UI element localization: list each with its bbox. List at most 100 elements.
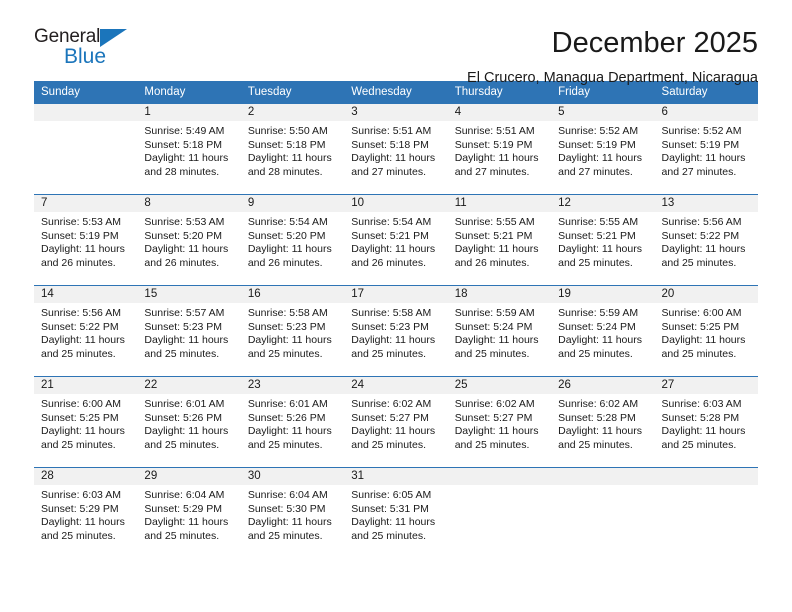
daylight-duration-cont: and 25 minutes.	[247, 438, 323, 451]
sunset-time: Sunset: 5:18 PM	[247, 138, 326, 151]
daylight-duration: Daylight: 11 hours	[558, 243, 642, 256]
calendar-day-cell[interactable]: 27 Sunrise: 6:03 AM Sunset: 5:28 PM Dayligh…	[654, 376, 758, 468]
calendar-day-cell[interactable]: 15 Sunrise: 5:57 AM Sunset: 5:23 PM Dayligh…	[137, 285, 241, 377]
daylight-duration: Daylight: 11 hours	[661, 425, 746, 438]
calendar-day-cell[interactable]: 2 Sunrise: 5:50 AM Sunset: 5:18 PM Daylight…	[240, 103, 345, 195]
day-details: Sunrise: 5:51 AM Sunset: 5:18 PM Daylight:…	[344, 121, 447, 179]
daylight-duration-cont: and 25 minutes.	[144, 347, 220, 360]
sunrise-time: Sunrise: 5:57 AM	[144, 307, 225, 319]
daylight-duration: Daylight: 11 hours	[41, 243, 125, 256]
daylight-duration-cont: and 25 minutes.	[661, 256, 737, 269]
day-number: 21	[34, 377, 138, 394]
daylight-duration-cont: and 25 minutes.	[558, 256, 633, 269]
daylight-duration: Daylight: 11 hours	[41, 334, 125, 347]
calendar-day-cell[interactable]: 5 Sunrise: 5:52 AM Sunset: 5:19 PM Daylight…	[551, 103, 655, 195]
sunrise-time: Sunrise: 5:53 AM	[144, 216, 225, 228]
sunset-time: Sunset: 5:25 PM	[661, 320, 740, 333]
day-number: 6	[654, 104, 758, 121]
calendar-day-cell[interactable]: 20 Sunrise: 6:00 AM Sunset: 5:25 PM Dayligh…	[654, 285, 758, 377]
sunset-time: Sunset: 5:19 PM	[661, 138, 740, 151]
sunrise-time: Sunrise: 5:52 AM	[661, 125, 742, 137]
calendar-day-cell[interactable]: 17 Sunrise: 5:58 AM Sunset: 5:23 PM Dayligh…	[344, 285, 448, 377]
calendar-day-cell[interactable]: 1 Sunrise: 5:49 AM Sunset: 5:18 PM Daylight…	[137, 103, 241, 195]
day-details: Sunrise: 6:02 AM Sunset: 5:28 PM Daylight:…	[551, 394, 654, 452]
calendar-day-cell[interactable]: 30 Sunrise: 6:04 AM Sunset: 5:30 PM Dayligh…	[240, 467, 345, 558]
calendar-day-cell[interactable]: 13 Sunrise: 5:56 AM Sunset: 5:22 PM Dayligh…	[654, 194, 758, 286]
day-number: 3	[344, 104, 448, 121]
sunrise-time: Sunrise: 6:00 AM	[661, 307, 742, 319]
daylight-duration-cont: and 26 minutes.	[351, 256, 426, 269]
daylight-duration: Daylight: 11 hours	[454, 152, 539, 165]
calendar-day-cell[interactable]: 24 Sunrise: 6:02 AM Sunset: 5:27 PM Dayligh…	[344, 376, 448, 468]
title-block: December 2025 El Crucero, Managua Depart…	[144, 26, 758, 88]
calendar-day-cell[interactable]: 3 Sunrise: 5:51 AM Sunset: 5:18 PM Daylight…	[344, 103, 448, 195]
sunset-time: Sunset: 5:19 PM	[558, 138, 636, 151]
sunrise-time: Sunrise: 5:49 AM	[144, 125, 225, 137]
calendar-day-cell[interactable]: 8 Sunrise: 5:53 AM Sunset: 5:20 PM Daylight…	[137, 194, 241, 286]
sunrise-time: Sunrise: 5:56 AM	[661, 216, 742, 228]
day-number: 25	[447, 377, 552, 394]
calendar-day-cell[interactable]: 29 Sunrise: 6:04 AM Sunset: 5:29 PM Dayligh…	[137, 467, 241, 558]
calendar-day-cell[interactable]: 7 Sunrise: 5:53 AM Sunset: 5:19 PM Daylight…	[34, 194, 138, 286]
daylight-duration-cont: and 25 minutes.	[144, 438, 220, 451]
day-number	[447, 468, 552, 485]
daylight-duration-cont: and 25 minutes.	[247, 347, 323, 360]
daylight-duration: Daylight: 11 hours	[41, 425, 125, 438]
calendar-day-cell[interactable]: 26 Sunrise: 6:02 AM Sunset: 5:28 PM Dayligh…	[551, 376, 655, 468]
calendar-day-cell[interactable]: 19 Sunrise: 5:59 AM Sunset: 5:24 PM Dayligh…	[551, 285, 655, 377]
day-details: Sunrise: 6:00 AM Sunset: 5:25 PM Daylight:…	[655, 303, 758, 361]
calendar-day-cell[interactable]: 21 Sunrise: 6:00 AM Sunset: 5:25 PM Dayligh…	[34, 376, 138, 468]
calendar-day-cell[interactable]: 28 Sunrise: 6:03 AM Sunset: 5:29 PM Dayligh…	[34, 467, 138, 558]
day-number: 13	[654, 195, 758, 212]
sunrise-time: Sunrise: 5:54 AM	[247, 216, 328, 228]
day-details: Sunrise: 5:54 AM Sunset: 5:20 PM Daylight:…	[241, 212, 344, 270]
calendar-day-cell[interactable]: 31 Sunrise: 6:05 AM Sunset: 5:31 PM Dayligh…	[344, 467, 448, 558]
sunset-time: Sunset: 5:29 PM	[41, 502, 119, 515]
calendar-day-cell[interactable]: 11 Sunrise: 5:55 AM Sunset: 5:21 PM Dayligh…	[447, 194, 552, 286]
sunset-time: Sunset: 5:22 PM	[41, 320, 119, 333]
sunrise-time: Sunrise: 5:55 AM	[454, 216, 535, 228]
calendar-day-cell[interactable]: 18 Sunrise: 5:59 AM Sunset: 5:24 PM Dayligh…	[447, 285, 552, 377]
general-blue-logo[interactable]: General Blue	[34, 26, 144, 70]
calendar-day-cell-empty	[34, 103, 138, 195]
calendar-day-cell[interactable]: 10 Sunrise: 5:54 AM Sunset: 5:21 PM Dayligh…	[344, 194, 448, 286]
sunset-time: Sunset: 5:21 PM	[351, 229, 429, 242]
day-details: Sunrise: 6:01 AM Sunset: 5:26 PM Daylight:…	[137, 394, 240, 452]
day-details: Sunrise: 5:58 AM Sunset: 5:23 PM Daylight:…	[344, 303, 447, 361]
daylight-duration: Daylight: 11 hours	[351, 243, 436, 256]
calendar-day-cell[interactable]: 4 Sunrise: 5:51 AM Sunset: 5:19 PM Daylight…	[447, 103, 552, 195]
calendar-day-cell[interactable]: 14 Sunrise: 5:56 AM Sunset: 5:22 PM Dayligh…	[34, 285, 138, 377]
day-number: 8	[137, 195, 241, 212]
daylight-duration-cont: and 25 minutes.	[351, 347, 426, 360]
sunrise-time: Sunrise: 6:02 AM	[351, 398, 432, 410]
sunset-time: Sunset: 5:31 PM	[351, 502, 429, 515]
calendar-week-row: 21 Sunrise: 6:00 AM Sunset: 5:25 PM Dayligh…	[34, 376, 758, 468]
weekday-header-sunday: Sunday	[34, 81, 138, 104]
calendar-day-cell[interactable]: 16 Sunrise: 5:58 AM Sunset: 5:23 PM Dayligh…	[240, 285, 345, 377]
daylight-duration: Daylight: 11 hours	[661, 334, 746, 347]
day-number: 27	[654, 377, 758, 394]
day-details: Sunrise: 6:02 AM Sunset: 5:27 PM Daylight:…	[448, 394, 551, 452]
calendar-week-row: 1 Sunrise: 5:49 AM Sunset: 5:18 PM Daylight…	[34, 103, 758, 195]
day-details: Sunrise: 5:59 AM Sunset: 5:24 PM Daylight:…	[448, 303, 551, 361]
daylight-duration-cont: and 26 minutes.	[454, 256, 530, 269]
day-number: 9	[240, 195, 345, 212]
page-header: General Blue December 2025 El Crucero, M…	[34, 0, 758, 86]
calendar-day-cell[interactable]: 12 Sunrise: 5:55 AM Sunset: 5:21 PM Dayligh…	[551, 194, 655, 286]
calendar-day-cell[interactable]: 23 Sunrise: 6:01 AM Sunset: 5:26 PM Dayligh…	[240, 376, 345, 468]
calendar-day-cell[interactable]: 25 Sunrise: 6:02 AM Sunset: 5:27 PM Dayligh…	[447, 376, 552, 468]
daylight-duration: Daylight: 11 hours	[351, 152, 436, 165]
sunset-time: Sunset: 5:23 PM	[144, 320, 223, 333]
sunset-time: Sunset: 5:18 PM	[351, 138, 429, 151]
calendar-week-row: 7 Sunrise: 5:53 AM Sunset: 5:19 PM Daylight…	[34, 194, 758, 286]
calendar-day-cell[interactable]: 9 Sunrise: 5:54 AM Sunset: 5:20 PM Daylight…	[240, 194, 345, 286]
daylight-duration-cont: and 26 minutes.	[41, 256, 116, 269]
calendar-day-cell[interactable]: 22 Sunrise: 6:01 AM Sunset: 5:26 PM Dayligh…	[137, 376, 241, 468]
day-number: 23	[240, 377, 345, 394]
logo-text-blue: Blue	[64, 45, 107, 68]
calendar-day-cell[interactable]: 6 Sunrise: 5:52 AM Sunset: 5:19 PM Daylight…	[654, 103, 758, 195]
daylight-duration: Daylight: 11 hours	[144, 425, 229, 438]
day-number	[551, 468, 655, 485]
daylight-duration-cont: and 28 minutes.	[247, 165, 323, 178]
page-title: December 2025	[551, 27, 758, 59]
